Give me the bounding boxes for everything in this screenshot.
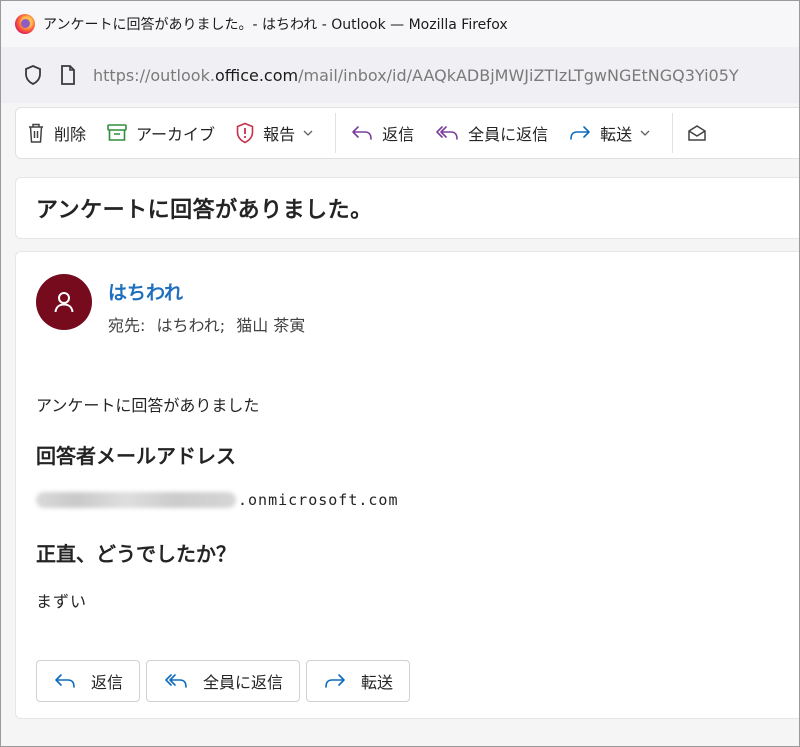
forward-button[interactable]: 転送 xyxy=(558,115,668,151)
question-heading: 回答者メールアドレス xyxy=(36,444,236,468)
body-intro: アンケートに回答がありました xyxy=(36,396,260,415)
report-label: 報告 xyxy=(263,125,296,144)
reply-icon xyxy=(55,674,75,688)
archive-label: アーカイブ xyxy=(136,125,216,144)
email-domain: .onmicrosoft.com xyxy=(238,491,399,509)
reply-all-label: 全員に返信 xyxy=(468,125,549,144)
message-subject: アンケートに回答がありました。 xyxy=(36,198,373,223)
address-bar[interactable]: https://outlook.office.com/mail/inbox/id… xyxy=(1,47,799,103)
person-icon xyxy=(54,292,74,313)
toolbar-divider xyxy=(672,113,674,153)
shield-alert-icon xyxy=(236,122,254,144)
reply-label: 返信 xyxy=(382,125,415,144)
window-title: アンケートに回答がありました。- はちわれ - Outlook — Mozill… xyxy=(43,17,508,33)
reply-label: 返信 xyxy=(91,673,124,692)
recipient[interactable]: はちわれ; xyxy=(157,316,226,335)
quick-actions: 返信 全員に返信 転送 xyxy=(36,660,411,702)
question-heading: 正直、どうでしたか？ xyxy=(36,542,236,566)
forward-label: 転送 xyxy=(361,673,394,692)
archive-button[interactable]: アーカイブ xyxy=(96,115,225,151)
reply-icon xyxy=(352,126,372,140)
delete-label: 削除 xyxy=(54,125,87,144)
url-prefix: https://outlook. xyxy=(93,65,215,85)
reply-all-icon xyxy=(165,674,187,688)
avatar[interactable] xyxy=(36,274,92,330)
message-toolbar: 削除 アーカイブ 報告 返信 全員に返信 転送 xyxy=(15,107,799,159)
envelope-open-icon xyxy=(688,125,706,141)
url-text[interactable]: https://outlook.office.com/mail/inbox/id… xyxy=(93,66,739,85)
forward-label: 転送 xyxy=(600,125,633,144)
redacted-email-local-part xyxy=(36,492,236,508)
chevron-down-icon[interactable] xyxy=(303,130,313,136)
url-domain: office.com xyxy=(214,65,299,85)
delete-button[interactable]: 削除 xyxy=(16,115,96,151)
page-info-icon[interactable] xyxy=(59,65,77,85)
forward-button[interactable]: 転送 xyxy=(306,660,411,702)
forward-icon xyxy=(570,126,590,140)
url-path: /mail/inbox/id/AAQkADBjMWJiZTIzLTgwNGEtN… xyxy=(298,65,739,85)
to-label: 宛先: xyxy=(108,316,146,335)
title-bar: アンケートに回答がありました。- はちわれ - Outlook — Mozill… xyxy=(1,1,799,47)
reply-button[interactable]: 返信 xyxy=(36,660,141,702)
toolbar-divider xyxy=(335,113,337,153)
reply-all-label: 全員に返信 xyxy=(203,673,284,692)
trash-icon xyxy=(29,123,43,143)
sender-name[interactable]: はちわれ xyxy=(108,278,183,305)
chevron-down-icon[interactable] xyxy=(640,130,650,136)
browser-window: アンケートに回答がありました。- はちわれ - Outlook — Mozill… xyxy=(0,0,800,747)
subject-header: アンケートに回答がありました。 xyxy=(15,177,799,239)
message-body-panel: はちわれ 宛先: はちわれ; 猫山 茶寅 アンケートに回答がありました 回答者メ… xyxy=(15,251,799,719)
respondent-email: .onmicrosoft.com xyxy=(36,490,399,510)
firefox-logo-icon xyxy=(15,14,35,34)
more-toolbar-button[interactable] xyxy=(677,115,725,151)
reply-all-button[interactable]: 全員に返信 xyxy=(146,660,301,702)
forward-icon xyxy=(325,674,345,688)
archive-icon xyxy=(107,124,127,141)
report-button[interactable]: 報告 xyxy=(225,115,331,151)
recipient-line: 宛先: はちわれ; 猫山 茶寅 xyxy=(108,312,311,336)
recipient[interactable]: 猫山 茶寅 xyxy=(236,316,305,335)
reply-all-button[interactable]: 全員に返信 xyxy=(424,115,558,151)
tracking-shield-icon[interactable] xyxy=(23,65,43,85)
reply-button[interactable]: 返信 xyxy=(340,115,424,151)
answer-text: まずい xyxy=(36,592,88,611)
reply-all-icon xyxy=(436,126,458,140)
